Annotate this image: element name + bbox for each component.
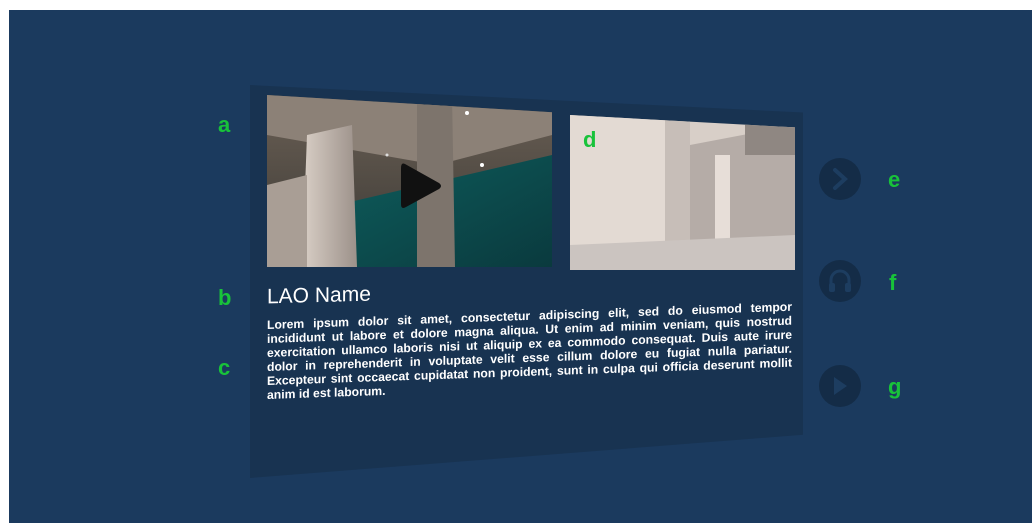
annotation-label-e: e — [888, 167, 901, 192]
chevron-right-icon — [833, 168, 848, 190]
lao-name-heading: LAO Name — [267, 282, 371, 309]
image-thumbnail[interactable] — [570, 115, 795, 270]
annotation-label-b: b — [218, 285, 232, 310]
headphones-icon — [829, 269, 851, 292]
annotation-label-c: c — [218, 355, 231, 380]
annotation-label-d: d — [583, 127, 597, 152]
audio-button[interactable] — [819, 260, 861, 302]
play-icon[interactable] — [397, 160, 443, 212]
interior-room-image — [570, 115, 795, 270]
next-button[interactable] — [819, 158, 861, 200]
play-icon — [834, 377, 847, 395]
annotation-label-f: f — [889, 270, 897, 295]
play-audio-button[interactable] — [819, 365, 861, 407]
annotation-label-g: g — [888, 374, 902, 399]
annotation-label-a: a — [218, 112, 231, 137]
